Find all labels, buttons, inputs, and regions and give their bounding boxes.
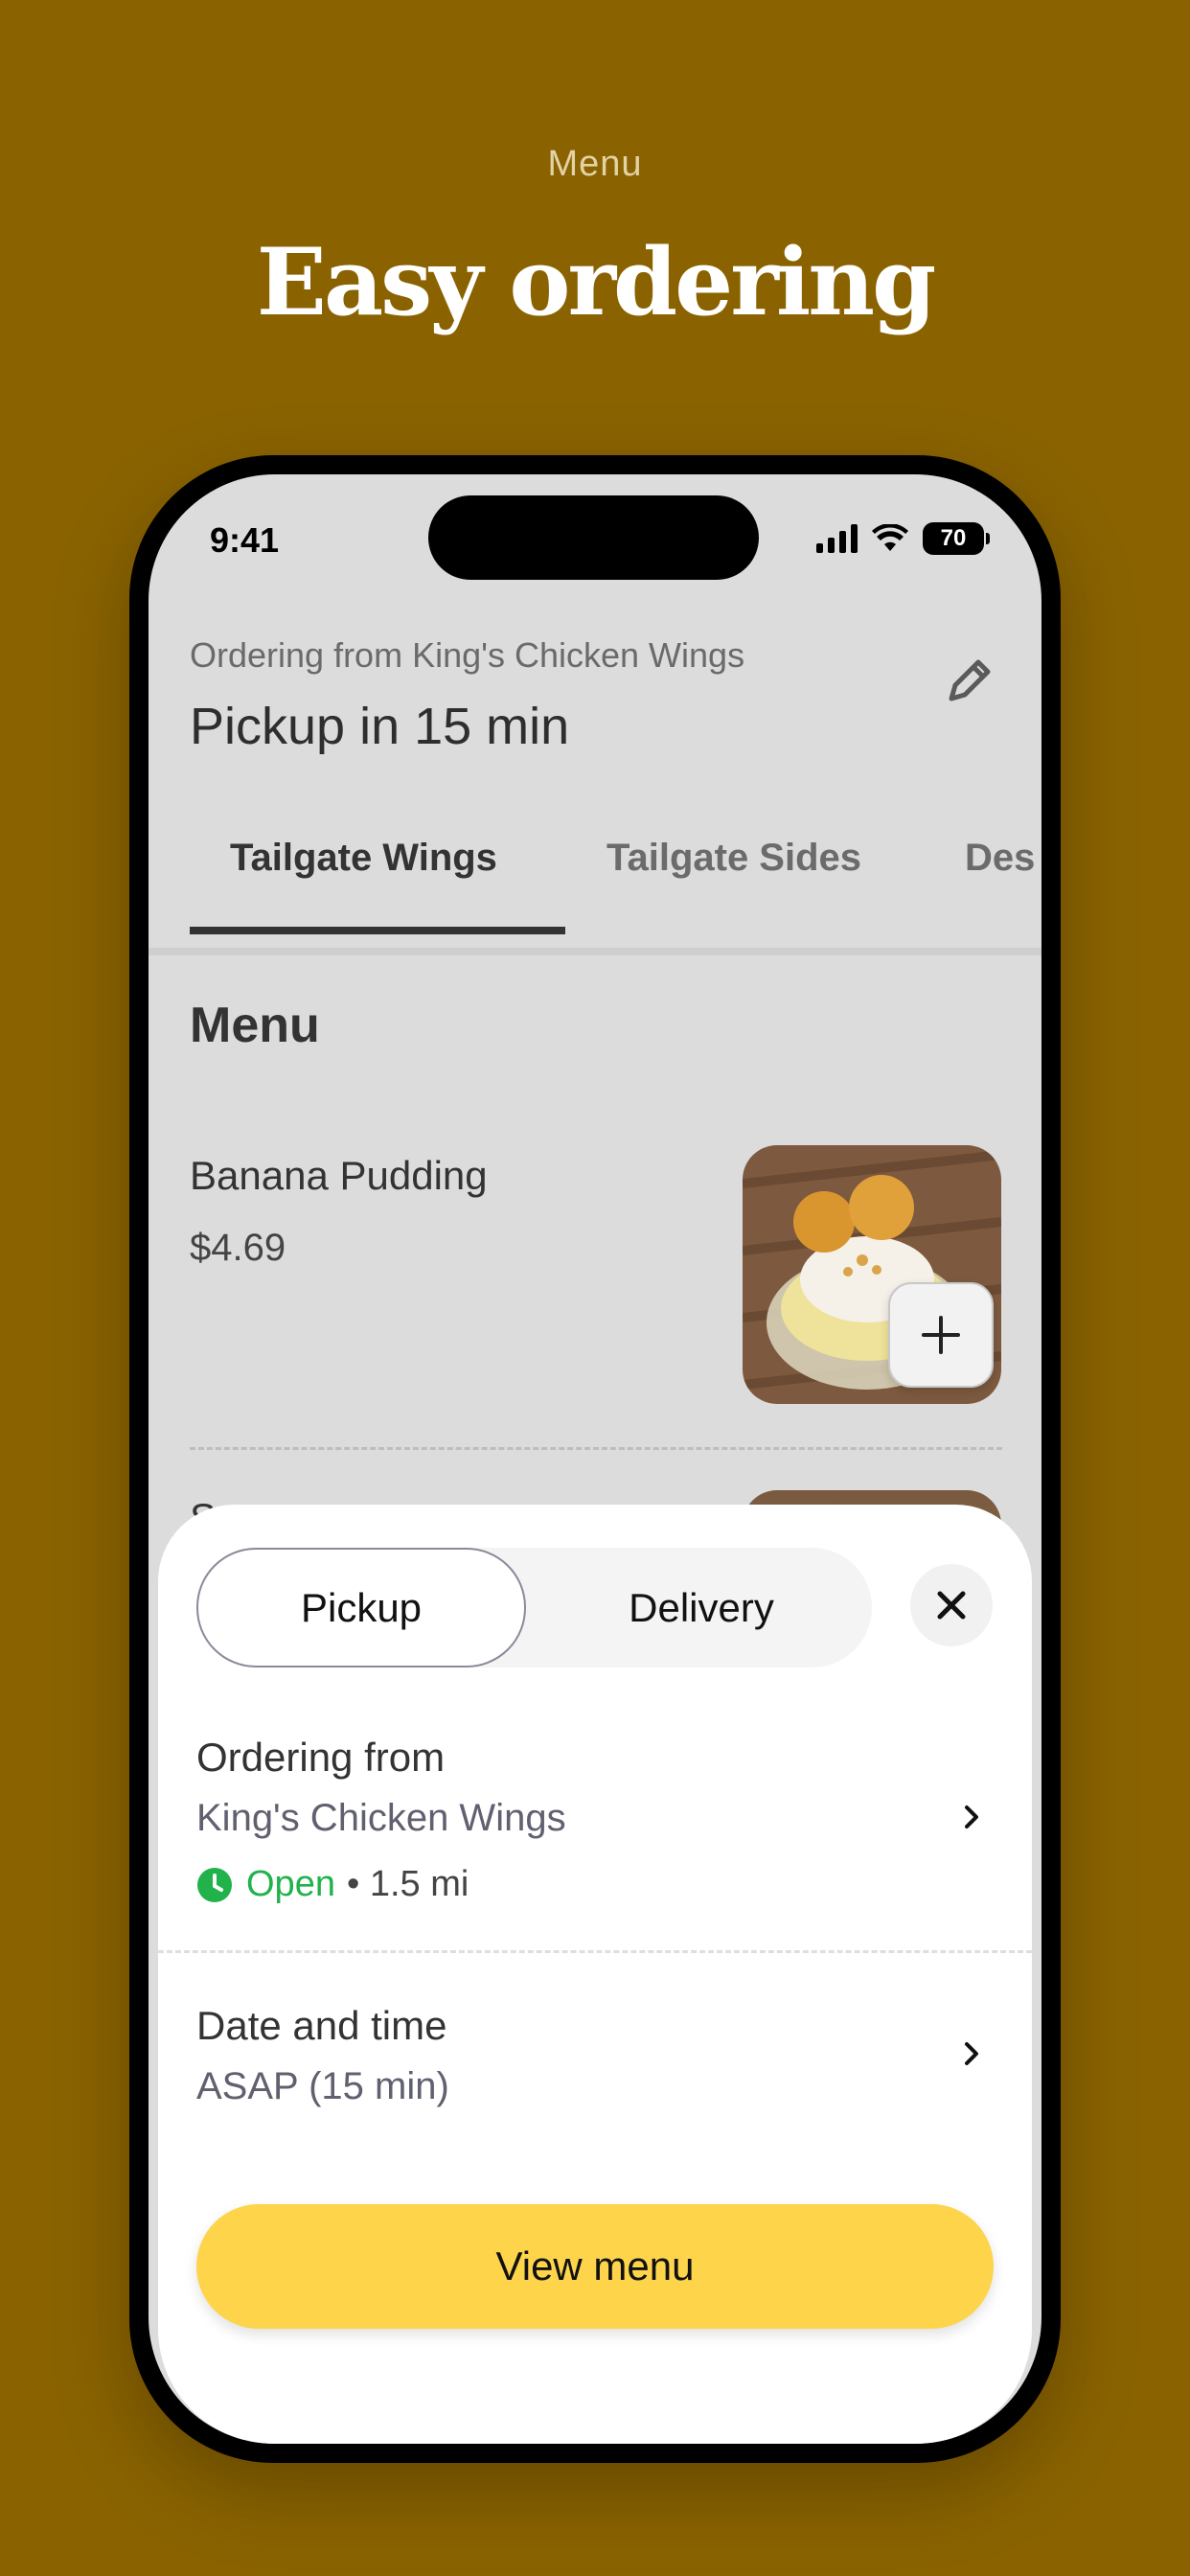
menu-section-title: Menu bbox=[190, 998, 320, 1053]
menu-item-price: $4.69 bbox=[190, 1227, 286, 1269]
chevron-right-icon[interactable] bbox=[957, 1803, 986, 1831]
close-icon bbox=[937, 1591, 966, 1620]
plus-icon bbox=[922, 1316, 960, 1354]
close-button[interactable] bbox=[910, 1564, 993, 1646]
page-headline: Easy ordering bbox=[256, 228, 936, 336]
pickup-option[interactable]: Pickup bbox=[196, 1548, 526, 1668]
order-mode-toggle: Pickup Delivery bbox=[196, 1548, 872, 1668]
open-status: Open bbox=[246, 1864, 335, 1904]
item-divider bbox=[190, 1447, 1002, 1450]
order-mode-sheet: Pickup Delivery Ordering from King's Chi… bbox=[158, 1505, 1032, 2444]
ordering-from-caption: Ordering from King's Chicken Wings bbox=[190, 635, 745, 675]
clock-icon bbox=[197, 1867, 232, 1902]
tab-desserts[interactable]: Des bbox=[965, 837, 1035, 880]
view-menu-button[interactable]: View menu bbox=[196, 2204, 994, 2329]
store-status: Open • 1.5 mi bbox=[196, 1864, 469, 1905]
dynamic-island bbox=[428, 495, 759, 580]
pickup-title: Pickup in 15 min bbox=[190, 698, 570, 755]
tab-tailgate-wings[interactable]: Tailgate Wings bbox=[230, 837, 497, 880]
active-tab-indicator bbox=[190, 927, 565, 934]
tab-tailgate-sides[interactable]: Tailgate Sides bbox=[606, 837, 861, 880]
phone-frame: 9:41 70 Ordering from King's Chicken Win… bbox=[129, 455, 1061, 2463]
signal-icon bbox=[816, 524, 858, 553]
wifi-icon bbox=[872, 524, 908, 551]
add-item-button[interactable] bbox=[888, 1282, 994, 1388]
date-time-label: Date and time bbox=[196, 2003, 447, 2048]
chevron-right-icon[interactable] bbox=[957, 2039, 986, 2068]
status-time: 9:41 bbox=[210, 520, 280, 560]
category-tabs: Tailgate Wings Tailgate Sides Des bbox=[149, 829, 1041, 955]
store-name[interactable]: King's Chicken Wings bbox=[196, 1797, 566, 1840]
pencil-icon[interactable] bbox=[938, 651, 999, 712]
date-time-value[interactable]: ASAP (15 min) bbox=[196, 2065, 449, 2108]
ordering-from-label: Ordering from bbox=[196, 1735, 446, 1780]
menu-item-name[interactable]: Banana Pudding bbox=[190, 1153, 488, 1199]
sheet-divider bbox=[158, 1950, 1032, 1953]
status-icons: 70 bbox=[816, 522, 990, 555]
phone-screen: 9:41 70 Ordering from King's Chicken Win… bbox=[149, 474, 1041, 2444]
delivery-option[interactable]: Delivery bbox=[534, 1548, 869, 1668]
store-distance: • 1.5 mi bbox=[346, 1864, 469, 1904]
page-eyebrow: Menu bbox=[547, 144, 643, 184]
battery-icon: 70 bbox=[923, 522, 990, 555]
